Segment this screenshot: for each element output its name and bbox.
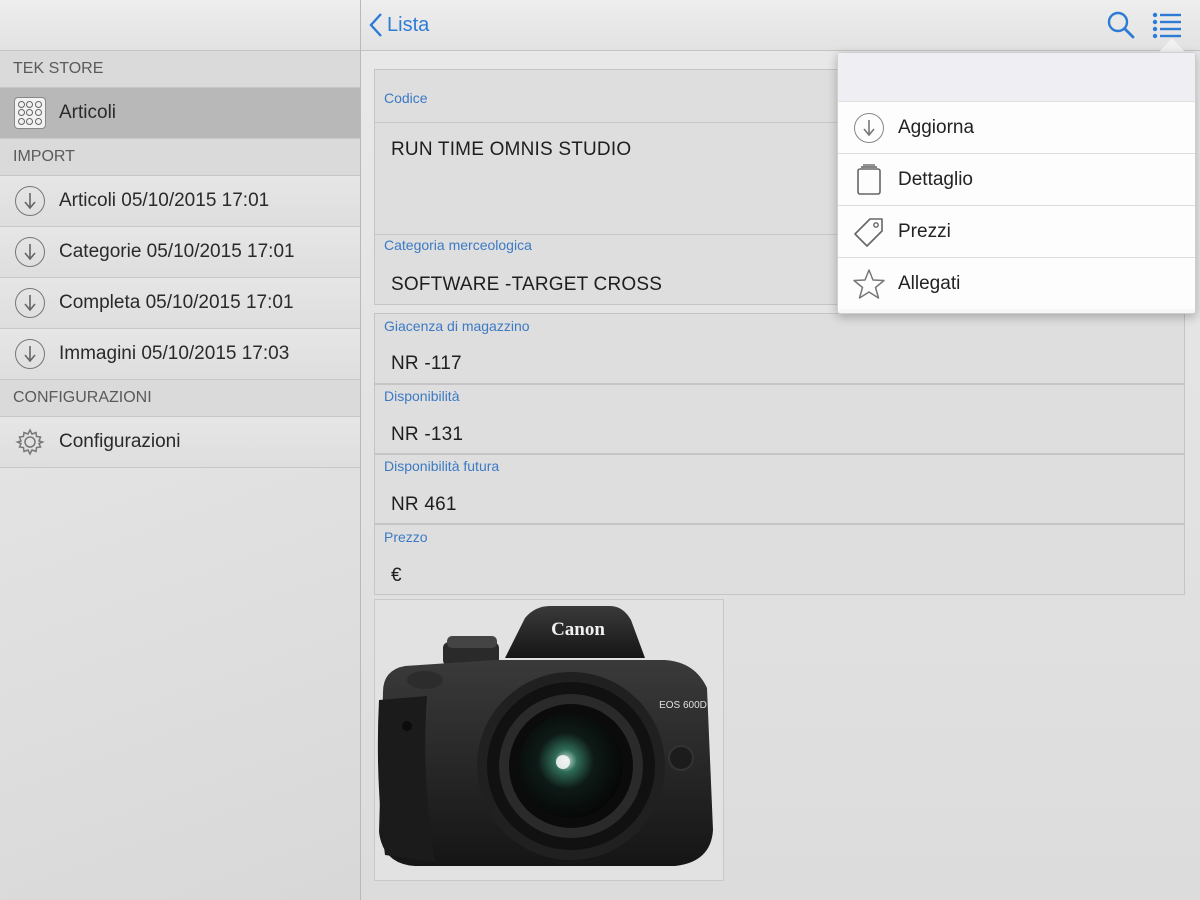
field-value-disponibilita-futura: NR 461: [391, 494, 457, 515]
menu-item-label: Prezzi: [898, 220, 951, 242]
camera-model: EOS 600D: [659, 700, 707, 711]
menu-item-dettaglio[interactable]: Dettaglio: [838, 154, 1195, 206]
section-header-configurazioni: CONFIGURAZIONI: [0, 380, 360, 417]
section-header-import: IMPORT: [0, 139, 360, 176]
download-icon: [13, 235, 47, 269]
field-label-categoria: Categoria merceologica: [384, 237, 532, 253]
sidebar-item-import-categorie[interactable]: Categorie 05/10/2015 17:01: [0, 227, 360, 278]
camera-brand: Canon: [551, 619, 605, 640]
camera-image: Canon EOS 600D: [377, 606, 713, 866]
sidebar-item-articoli[interactable]: Articoli: [0, 88, 360, 139]
back-button[interactable]: Lista: [369, 9, 429, 41]
field-disponibilita-futura: Disponibilità futura NR 461: [374, 454, 1185, 524]
grid-icon: [13, 96, 47, 130]
sidebar-item-label: Articoli: [59, 102, 117, 123]
download-icon: [13, 184, 47, 218]
field-prezzo: Prezzo €: [374, 524, 1185, 595]
sidebar-item-import-immagini[interactable]: Immagini 05/10/2015 17:03: [0, 329, 360, 380]
search-button[interactable]: [1106, 10, 1136, 40]
gear-icon: [13, 425, 47, 459]
menu-button[interactable]: [1151, 10, 1183, 40]
field-label-giacenza: Giacenza di magazzino: [384, 318, 530, 334]
sidebar-item-label: Configurazioni: [59, 431, 181, 452]
field-giacenza: Giacenza di magazzino NR -117: [374, 313, 1185, 384]
price-tag-icon: [852, 215, 886, 249]
menu-item-label: Allegati: [898, 272, 961, 294]
actions-popover: Aggiorna Dettaglio Prezzi Allegati: [837, 52, 1196, 314]
section-header-tek-store: TEK STORE: [0, 51, 360, 88]
product-image[interactable]: Canon EOS 600D: [374, 599, 724, 881]
field-label-prezzo: Prezzo: [384, 529, 428, 545]
field-value-prezzo: €: [391, 565, 402, 586]
sidebar-item-import-articoli[interactable]: Articoli 05/10/2015 17:01: [0, 176, 360, 227]
menu-item-aggiorna[interactable]: Aggiorna: [838, 102, 1195, 154]
download-icon: [852, 111, 886, 145]
download-icon: [13, 337, 47, 371]
field-value-disponibilita: NR -131: [391, 424, 464, 445]
sidebar-item-import-completa[interactable]: Completa 05/10/2015 17:01: [0, 278, 360, 329]
field-value-codice: RUN TIME OMNIS STUDIO: [391, 139, 632, 160]
field-label-codice: Codice: [384, 90, 428, 106]
menu-item-label: Dettaglio: [898, 168, 973, 190]
list-icon: [1152, 12, 1181, 39]
sidebar-toolbar: [0, 0, 360, 51]
field-value-categoria: SOFTWARE -TARGET CROSS: [391, 274, 663, 295]
navigation-bar: Lista: [361, 0, 1200, 51]
sidebar-item-label: Immagini 05/10/2015 17:03: [59, 343, 290, 364]
sidebar-item-label: Completa 05/10/2015 17:01: [59, 292, 294, 313]
field-disponibilita: Disponibilità NR -131: [374, 384, 1185, 454]
sidebar-item-configurazioni[interactable]: Configurazioni: [0, 417, 360, 468]
menu-item-prezzi[interactable]: Prezzi: [838, 206, 1195, 258]
menu-item-label: Aggiorna: [898, 116, 975, 138]
search-icon: [1107, 11, 1135, 39]
download-icon: [13, 286, 47, 320]
back-button-label: Lista: [387, 13, 430, 36]
popover-arrow: [1158, 38, 1186, 53]
field-label-disponibilita: Disponibilità: [384, 388, 460, 404]
chevron-left-icon: [369, 13, 382, 37]
field-label-disponibilita-futura: Disponibilità futura: [384, 458, 500, 474]
popover-header: [838, 53, 1195, 102]
document-icon: [852, 163, 886, 197]
sidebar-item-label: Articoli 05/10/2015 17:01: [59, 190, 270, 211]
sidebar: TEK STORE Articoli IMPORT Articoli 05/10…: [0, 0, 361, 900]
star-icon: [852, 267, 886, 301]
menu-item-allegati[interactable]: Allegati: [838, 258, 1195, 309]
sidebar-item-label: Categorie 05/10/2015 17:01: [59, 241, 295, 262]
field-value-giacenza: NR -117: [391, 353, 462, 374]
